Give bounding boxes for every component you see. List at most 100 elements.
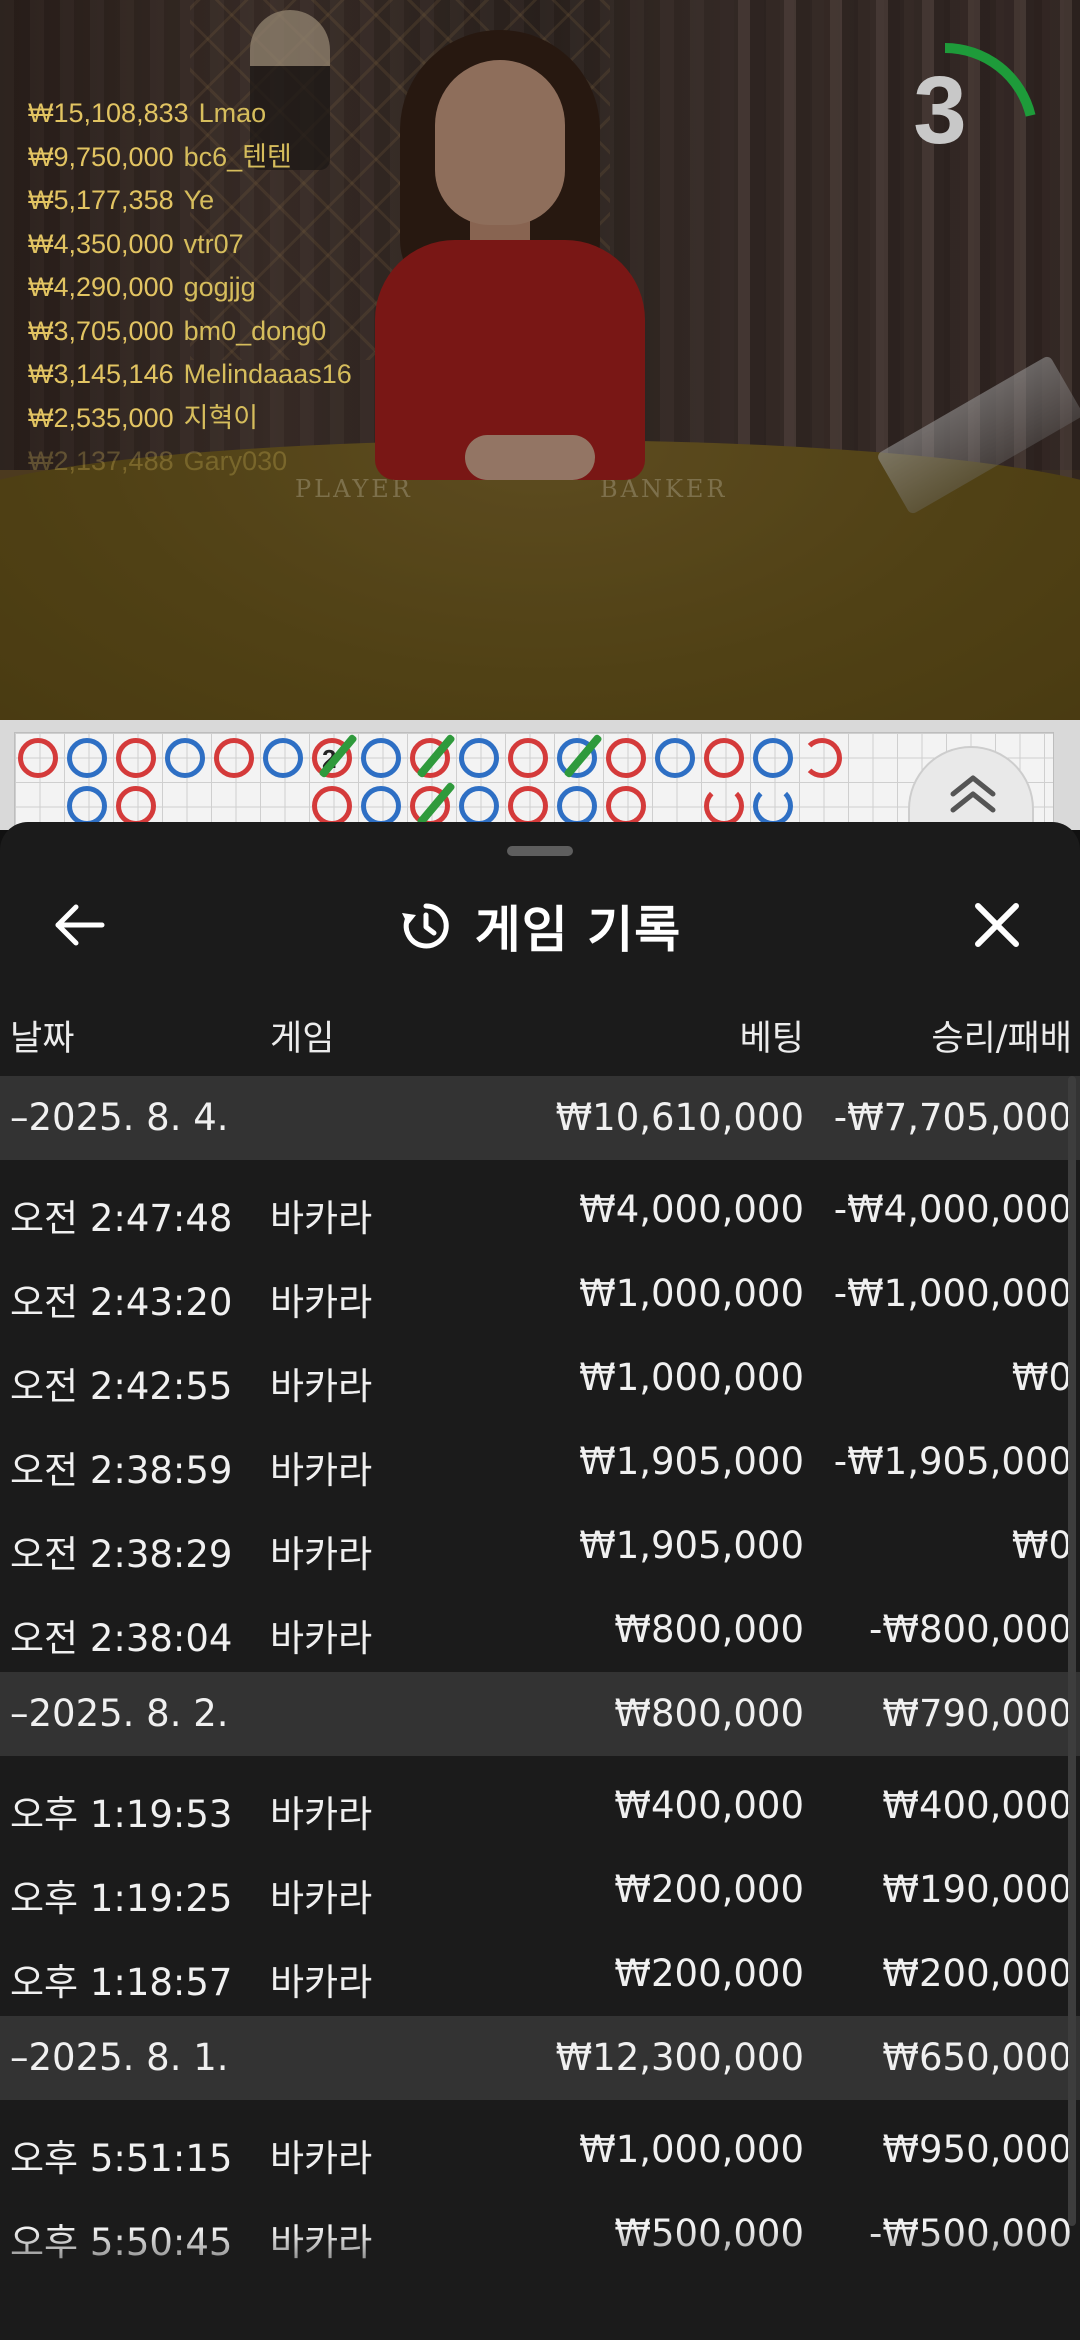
- road-marker-banker: [802, 738, 842, 778]
- history-row[interactable]: 오전 2:43:20 바카라 ₩1,000,000 -₩1,000,000: [0, 1252, 1080, 1336]
- round-winloss: -₩800,000: [869, 1608, 1072, 1651]
- date-total-bet: ₩10,610,000: [555, 1096, 804, 1139]
- back-button[interactable]: [50, 898, 110, 952]
- round-winloss: -₩4,000,000: [833, 1188, 1072, 1231]
- date-label: –2025. 8. 4.: [10, 1096, 229, 1139]
- leaderboard-player-name: Melindaaas16: [183, 359, 352, 389]
- round-time: 오전 2:38:04: [10, 1617, 233, 1660]
- road-marker-player: [459, 738, 499, 778]
- round-bet: ₩500,000: [614, 2212, 804, 2255]
- round-game: 바카라: [270, 1365, 373, 1408]
- road-marker-player: [459, 786, 499, 826]
- round-bet: ₩1,000,000: [579, 1272, 804, 1315]
- road-marker-banker: [704, 786, 744, 826]
- road-marker-player: [165, 738, 205, 778]
- history-scrollbar[interactable]: [1068, 1076, 1076, 2226]
- close-button[interactable]: [970, 898, 1024, 952]
- round-time: 오전 2:47:48: [10, 1197, 233, 1240]
- round-game: 바카라: [270, 1533, 373, 1576]
- leaderboard-entry: ₩15,108,833 Lmao: [28, 92, 352, 136]
- history-row[interactable]: 오후 1:19:53 바카라 ₩400,000 ₩400,000: [0, 1764, 1080, 1848]
- history-date-row[interactable]: –2025. 8. 2. ₩800,000 ₩790,000: [0, 1672, 1080, 1756]
- round-time: 오후 1:18:57: [10, 1961, 233, 2004]
- round-bet: ₩200,000: [614, 1868, 804, 1911]
- leaderboard-entry: ₩2,137,488 Gary030: [28, 440, 352, 484]
- sheet-title-group: 게임 기록: [0, 868, 1080, 984]
- round-time: 오전 2:42:55: [10, 1365, 233, 1408]
- road-marker-banker: [606, 786, 646, 826]
- column-header-bet: 베팅: [739, 1019, 804, 1059]
- history-list[interactable]: –2025. 8. 4. ₩10,610,000 -₩7,705,000 오전 2:4…: [0, 1076, 1080, 2276]
- leaderboard-player-name: bm0_dong0: [183, 315, 327, 346]
- history-row[interactable]: 오전 2:38:59 바카라 ₩1,905,000 -₩1,905,000: [0, 1420, 1080, 1504]
- road-marker-banker: [606, 738, 646, 778]
- round-time: 오후 1:19:25: [10, 1877, 233, 1920]
- history-row[interactable]: 오후 1:19:25 바카라 ₩200,000 ₩190,000: [0, 1848, 1080, 1932]
- leaderboard-player-name: 지혁이: [183, 402, 259, 433]
- leaderboard-player-name: bc6_텐텐: [183, 141, 292, 172]
- history-row[interactable]: 오전 2:47:48 바카라 ₩4,000,000 -₩4,000,000: [0, 1168, 1080, 1252]
- sheet-drag-handle[interactable]: [507, 846, 573, 856]
- road-marker-player: [557, 786, 597, 826]
- leaderboard-entry: ₩4,290,000 gogjjg: [28, 266, 352, 310]
- road-marker-banker: [116, 786, 156, 826]
- road-marker-player: [361, 738, 401, 778]
- round-time: 오후 1:19:53: [10, 1793, 233, 1836]
- history-row[interactable]: 오전 2:38:04 바카라 ₩800,000 -₩800,000: [0, 1588, 1080, 1672]
- round-bet: ₩1,000,000: [579, 2128, 804, 2171]
- round-time: 오전 2:38:29: [10, 1533, 233, 1576]
- leaderboard-amount: ₩4,350,000: [28, 228, 174, 259]
- column-header-winloss: 승리/패배: [931, 1019, 1072, 1059]
- history-row[interactable]: 오후 5:50:45 바카라 ₩500,000 -₩500,000: [0, 2192, 1080, 2276]
- date-label: –2025. 8. 2.: [10, 1692, 229, 1735]
- close-icon: [975, 903, 1019, 947]
- round-game: 바카라: [270, 1617, 373, 1660]
- leaderboard-entry: ₩5,177,358 Ye: [28, 179, 352, 223]
- column-header-date: 날짜: [10, 1019, 75, 1059]
- round-bet: ₩200,000: [614, 1952, 804, 1995]
- history-date-row[interactable]: –2025. 8. 1. ₩12,300,000 ₩650,000: [0, 2016, 1080, 2100]
- road-marker-banker: [312, 786, 352, 826]
- road-marker-player: [655, 738, 695, 778]
- date-total-bet: ₩12,300,000: [555, 2036, 804, 2079]
- round-winloss: ₩950,000: [882, 2128, 1072, 2171]
- sheet-title: 게임 기록: [474, 901, 682, 959]
- leaderboard-player-name: Ye: [183, 185, 215, 215]
- road-marker-player: [753, 738, 793, 778]
- leaderboard-amount: ₩5,177,358: [28, 185, 174, 215]
- leaderboard-amount: ₩4,290,000: [28, 272, 174, 302]
- round-winloss: ₩190,000: [882, 1868, 1072, 1911]
- round-bet: ₩1,905,000: [579, 1524, 804, 1567]
- history-row[interactable]: 오후 5:51:15 바카라 ₩1,000,000 ₩950,000: [0, 2108, 1080, 2192]
- history-row[interactable]: 오전 2:42:55 바카라 ₩1,000,000 ₩0: [0, 1336, 1080, 1420]
- round-game: 바카라: [270, 2137, 373, 2180]
- history-row[interactable]: 오전 2:38:29 바카라 ₩1,905,000 ₩0: [0, 1504, 1080, 1588]
- leaderboard-player-name: vtr07: [183, 228, 244, 259]
- arrow-left-icon: [55, 904, 105, 946]
- road-marker-player: [263, 738, 303, 778]
- round-winloss: -₩1,000,000: [833, 1272, 1072, 1315]
- date-total-bet: ₩800,000: [614, 1692, 804, 1735]
- leaderboard-amount: ₩15,108,833: [28, 98, 189, 128]
- bet-timer: 3: [885, 36, 1045, 196]
- leaderboard-entry: ₩3,705,000 bm0_dong0: [28, 310, 352, 354]
- round-winloss: -₩500,000: [869, 2212, 1072, 2255]
- winners-leaderboard: ₩15,108,833 Lmao ₩9,750,000 bc6_텐텐 ₩5,177,35…: [28, 92, 352, 484]
- round-winloss: ₩200,000: [882, 1952, 1072, 1995]
- history-row[interactable]: 오후 1:18:57 바카라 ₩200,000 ₩200,000: [0, 1932, 1080, 2016]
- round-time: 오전 2:38:59: [10, 1449, 233, 1492]
- round-game: 바카라: [270, 1961, 373, 2004]
- live-video: PLAYER BANKER ₩15,108,833 Lmao ₩9,750,000 b…: [0, 0, 1080, 720]
- history-date-row[interactable]: –2025. 8. 4. ₩10,610,000 -₩7,705,000: [0, 1076, 1080, 1160]
- round-bet: ₩400,000: [614, 1784, 804, 1827]
- date-total-winloss: ₩650,000: [882, 2036, 1072, 2079]
- road-marker-banker: [116, 738, 156, 778]
- round-bet: ₩800,000: [614, 1608, 804, 1651]
- round-winloss: -₩1,905,000: [833, 1440, 1072, 1483]
- round-game: 바카라: [270, 1793, 373, 1836]
- game-history-sheet: 게임 기록 날짜 게임 베팅 승리/패배 –2025. 8. 4. ₩10,610…: [0, 822, 1080, 2340]
- round-winloss: ₩400,000: [882, 1784, 1072, 1827]
- round-game: 바카라: [270, 2221, 373, 2264]
- leaderboard-amount: ₩3,145,146: [28, 359, 174, 389]
- round-bet: ₩1,905,000: [579, 1440, 804, 1483]
